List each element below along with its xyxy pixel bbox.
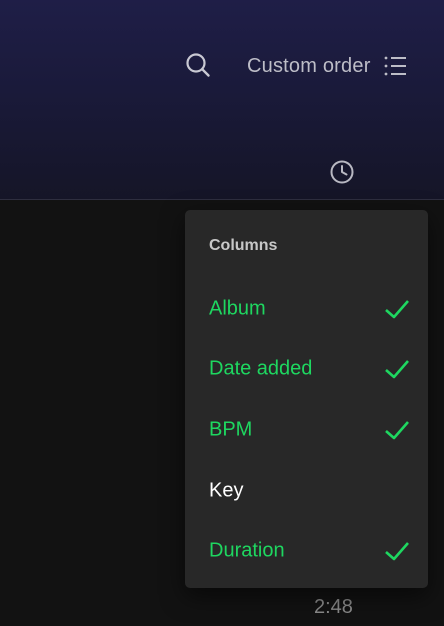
menu-item-duration[interactable]: Duration bbox=[185, 525, 428, 577]
list-icon bbox=[383, 54, 407, 78]
menu-item-album[interactable]: Album bbox=[185, 283, 428, 335]
check-icon bbox=[385, 421, 409, 440]
menu-item-label: Date added bbox=[209, 357, 313, 380]
columns-menu: Columns Album Date added BPM Key Duratio… bbox=[185, 210, 428, 588]
menu-item-label: Album bbox=[209, 297, 266, 320]
menu-item-date-added[interactable]: Date added bbox=[185, 343, 428, 395]
search-button[interactable] bbox=[183, 50, 213, 80]
menu-item-label: BPM bbox=[209, 418, 253, 441]
sort-order-label: Custom order bbox=[247, 54, 371, 77]
menu-heading: Columns bbox=[209, 237, 278, 254]
check-icon bbox=[385, 300, 409, 319]
track-duration: 2:48 bbox=[314, 596, 353, 618]
check-icon bbox=[385, 360, 409, 379]
check-icon bbox=[385, 542, 409, 561]
playlist-header bbox=[0, 0, 444, 200]
menu-item-key[interactable]: Key bbox=[185, 465, 428, 517]
menu-item-bpm[interactable]: BPM bbox=[185, 404, 428, 456]
table-header-divider bbox=[0, 199, 444, 200]
sort-order-button[interactable]: Custom order bbox=[247, 50, 407, 82]
menu-item-label: Key bbox=[209, 479, 244, 502]
search-icon bbox=[186, 53, 210, 77]
menu-item-label: Duration bbox=[209, 539, 285, 562]
clock-icon bbox=[330, 160, 354, 184]
playlist-view: Custom order 2:48 Columns Album Date add… bbox=[0, 0, 444, 626]
